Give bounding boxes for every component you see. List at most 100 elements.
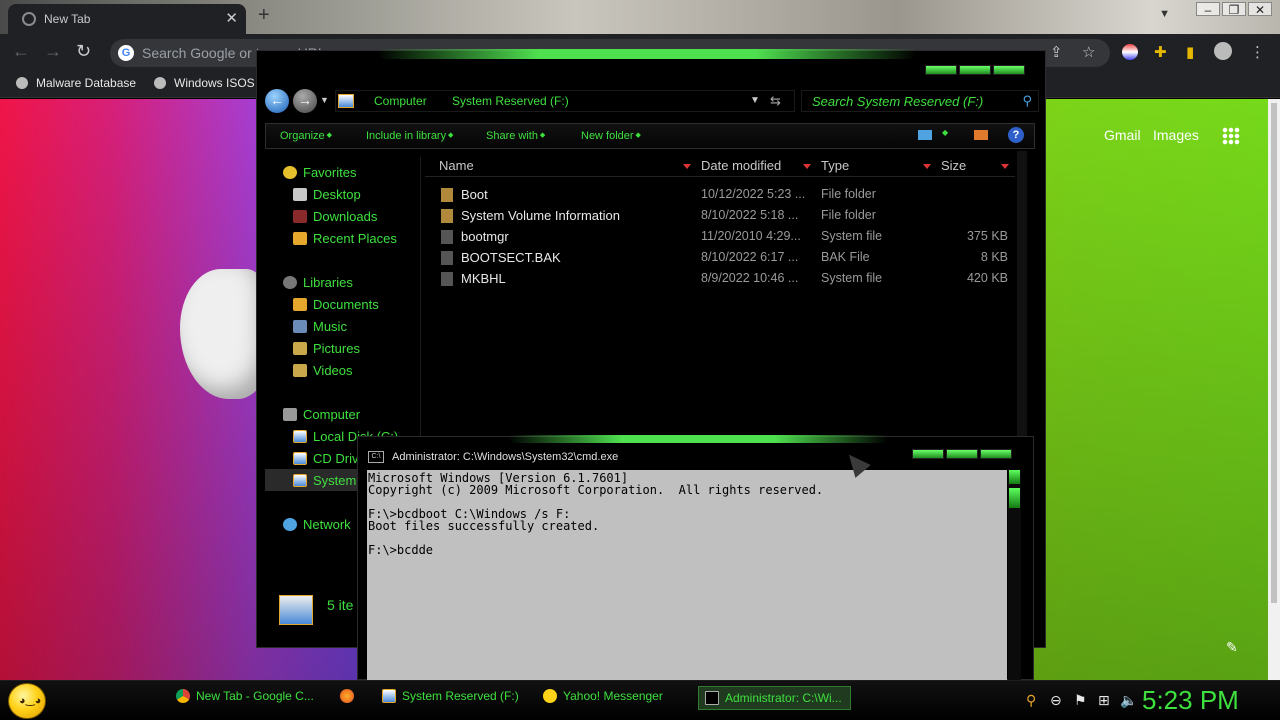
refresh-icon[interactable]: ⇆ [770, 93, 781, 109]
help-icon[interactable]: ? [1008, 127, 1024, 143]
nav-recent-places[interactable]: Recent Places [293, 231, 397, 246]
close-button[interactable] [980, 449, 1012, 459]
avatar[interactable] [1214, 42, 1232, 60]
column-size[interactable]: Size [941, 158, 966, 173]
chevron-down-icon[interactable]: ▼ [750, 95, 760, 106]
scrollbar-thumb[interactable] [1271, 103, 1277, 603]
page-scrollbar[interactable] [1268, 99, 1280, 680]
window-controls: – ❐ ✕ [1194, 2, 1272, 17]
start-button[interactable]: ◕‿◕ [8, 683, 46, 719]
search-input[interactable] [802, 91, 1012, 111]
star-icon [283, 166, 297, 179]
share-icon[interactable]: ⇪ [1050, 43, 1063, 61]
column-type[interactable]: Type [821, 158, 849, 173]
column-headers: Name Date modified Type Size [425, 155, 1015, 177]
share-with-button[interactable]: Share with [486, 130, 545, 142]
task-firefox[interactable] [340, 689, 360, 713]
firefox-icon [340, 689, 354, 703]
nav-cd-drive[interactable]: CD Drive [293, 451, 366, 466]
close-button[interactable] [993, 65, 1025, 75]
sort-arrow-icon [1001, 164, 1009, 169]
task-explorer[interactable]: System Reserved (F:) [382, 689, 519, 713]
breadcrumb-drive[interactable]: System Reserved (F:) [452, 94, 569, 108]
history-dropdown-icon[interactable]: ▼ [320, 95, 329, 105]
new-folder-button[interactable]: New folder [581, 130, 641, 142]
task-yahoo-messenger[interactable]: Yahoo! Messenger [543, 689, 663, 713]
include-in-library-button[interactable]: Include in library [366, 130, 453, 142]
cmd-icon[interactable]: C:\ [368, 451, 384, 463]
system-file-icon [441, 230, 453, 244]
nav-computer[interactable]: Computer [283, 407, 360, 422]
sidepanel-icon[interactable]: ▮ [1186, 43, 1194, 61]
close-icon[interactable]: ✕ [225, 9, 238, 27]
reload-icon[interactable]: ↻ [76, 41, 91, 62]
column-name[interactable]: Name [439, 158, 474, 173]
maximize-button[interactable] [946, 449, 978, 459]
tab-new-tab[interactable]: New Tab ✕ [8, 4, 246, 34]
task-cmd[interactable]: Administrator: C:\Wi... [698, 686, 851, 710]
forward-button[interactable]: → [293, 89, 317, 113]
network-icon[interactable]: ⊞ [1098, 692, 1110, 709]
nav-music[interactable]: Music [293, 319, 347, 334]
nav-pictures[interactable]: Pictures [293, 341, 360, 356]
volume-icon[interactable]: 🔈 [1120, 692, 1137, 709]
bookmark-windows-isos[interactable]: Windows ISOS [154, 76, 255, 90]
console-output[interactable]: Microsoft Windows [Version 6.1.7601] Cop… [367, 470, 1007, 681]
cmd-window: C:\ Administrator: C:\Windows\System32\c… [357, 435, 1034, 681]
back-button[interactable]: ← [265, 89, 289, 113]
gmail-link[interactable]: Gmail [1104, 127, 1141, 143]
nav-network[interactable]: Network [283, 517, 351, 532]
maximize-button[interactable] [959, 65, 991, 75]
view-icon[interactable] [918, 130, 932, 140]
close-button[interactable]: ✕ [1248, 2, 1272, 17]
profile-flag-icon[interactable] [1122, 44, 1138, 60]
address-bar[interactable]: Computer System Reserved (F:) ▼ ⇆ [335, 90, 795, 112]
forward-icon[interactable]: → [44, 41, 62, 62]
maximize-button[interactable]: ❐ [1222, 2, 1246, 17]
taskbar: ◕‿◕ New Tab - Google C... System Reserve… [0, 680, 1280, 720]
nav-desktop[interactable]: Desktop [293, 187, 361, 202]
nav-system-reserved[interactable]: System [293, 473, 356, 488]
tray-flag-icon[interactable]: ⚑ [1074, 692, 1087, 709]
task-chrome[interactable]: New Tab - Google C... [176, 689, 314, 713]
star-icon[interactable]: ☆ [1082, 43, 1095, 61]
minimize-button[interactable] [925, 65, 957, 75]
table-row[interactable]: Boot 10/12/2022 5:23 ... File folder [435, 185, 1015, 206]
search-icon[interactable]: ⚲ [1022, 93, 1032, 109]
nav-downloads[interactable]: Downloads [293, 209, 377, 224]
nav-favorites[interactable]: Favorites [283, 165, 356, 180]
organize-button[interactable]: Organize [280, 130, 332, 142]
menu-icon[interactable]: ⋮ [1250, 43, 1265, 61]
table-row[interactable]: bootmgr 11/20/2010 4:29... System file 3… [435, 227, 1015, 248]
nav-documents[interactable]: Documents [293, 297, 379, 312]
puzzle-icon[interactable]: ✚ [1154, 43, 1167, 61]
music-icon [293, 320, 307, 333]
drive-icon [293, 474, 307, 487]
breadcrumb-computer[interactable]: Computer [374, 94, 427, 108]
table-row[interactable]: BOOTSECT.BAK 8/10/2022 6:17 ... BAK File… [435, 248, 1015, 269]
cmd-scrollbar[interactable] [1008, 470, 1021, 681]
images-link[interactable]: Images [1153, 127, 1199, 143]
column-date-modified[interactable]: Date modified [701, 158, 781, 173]
clock[interactable]: 5:23 PM [1142, 685, 1239, 716]
new-tab-button[interactable]: + [258, 4, 270, 27]
preview-pane-icon[interactable] [974, 130, 988, 140]
bookmark-malware-database[interactable]: Malware Database [16, 76, 136, 90]
apps-grid-icon[interactable] [1222, 127, 1240, 145]
search-icon[interactable]: ⚲ [1026, 692, 1036, 709]
tray-circle-icon[interactable]: ⊖ [1050, 692, 1062, 709]
table-row[interactable]: MKBHL 8/9/2022 10:46 ... System file 420… [435, 269, 1015, 290]
scrollbar-thumb[interactable] [1009, 488, 1020, 508]
pencil-icon[interactable]: ✎ [1226, 639, 1238, 656]
sort-arrow-icon [683, 164, 691, 169]
view-options-icon[interactable]: ◆ [942, 128, 948, 137]
chevron-down-icon[interactable]: ▼ [1159, 8, 1170, 20]
nav-libraries[interactable]: Libraries [283, 275, 353, 290]
minimize-button[interactable]: – [1196, 2, 1220, 17]
scroll-up-icon[interactable] [1009, 470, 1020, 484]
back-icon[interactable]: ← [12, 41, 30, 62]
search-box[interactable]: ⚲ [801, 90, 1039, 112]
nav-videos[interactable]: Videos [293, 363, 353, 378]
table-row[interactable]: System Volume Information 8/10/2022 5:18… [435, 206, 1015, 227]
minimize-button[interactable] [912, 449, 944, 459]
